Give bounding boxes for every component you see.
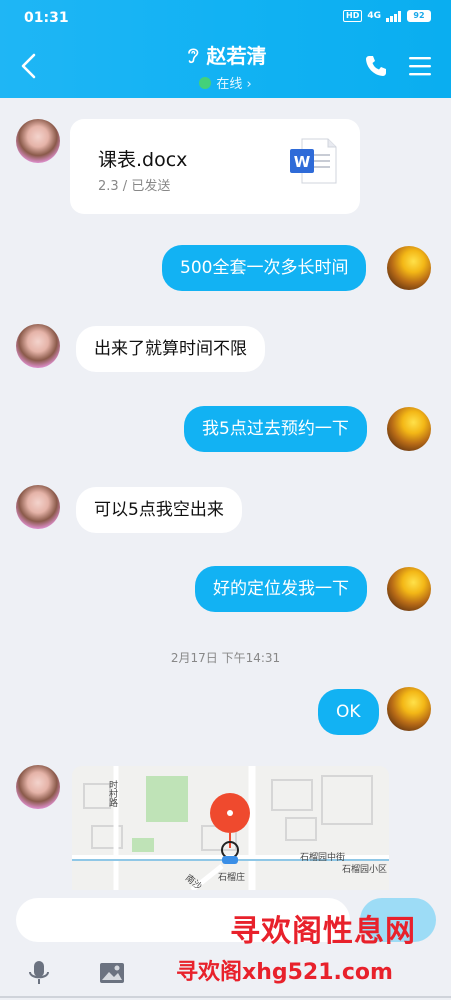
map-label-poi: 石榴庄 <box>218 873 246 883</box>
microphone-icon[interactable] <box>24 958 54 988</box>
message-bubble-out[interactable]: 我5点过去预约一下 <box>184 406 367 452</box>
bottom-divider <box>0 996 451 998</box>
phone-icon[interactable] <box>363 53 389 79</box>
contact-avatar[interactable] <box>16 119 60 163</box>
my-avatar[interactable] <box>387 407 431 451</box>
file-meta: 2.3 / 已发送 <box>98 179 171 194</box>
file-name: 课表.docx <box>98 149 188 171</box>
file-message[interactable]: 课表.docx 2.3 / 已发送 W <box>70 119 360 214</box>
map-label-street: 石榴园中街 <box>300 853 346 863</box>
message-bubble-in[interactable]: 出来了就算时间不限 <box>76 326 265 372</box>
chat-header: 01:31 HD 4G 92 赵若清 在线 › <box>0 0 451 98</box>
online-status[interactable]: 在线 › <box>199 73 252 92</box>
signal-icon <box>386 10 401 22</box>
watermark-text: 寻欢阁性息网 <box>230 914 416 949</box>
message-bubble-out[interactable]: 好的定位发我一下 <box>195 566 367 612</box>
battery-indicator: 92 <box>407 10 431 22</box>
ear-icon <box>187 47 198 63</box>
hd-badge: HD <box>343 10 363 22</box>
message-list[interactable]: 课表.docx 2.3 / 已发送 W 500全套一次多长时间 出来了就算时间不… <box>0 98 451 890</box>
location-map-message[interactable]: 时村路 石榴园中街 石榴园小区 石榴庄 南沙... <box>72 766 389 890</box>
contact-avatar[interactable] <box>16 765 60 809</box>
map-label-community: 石榴园小区 <box>342 865 388 875</box>
svg-text:W: W <box>294 153 311 171</box>
online-status-label: 在线 › <box>216 77 252 92</box>
image-icon[interactable] <box>97 958 127 988</box>
network-label: 4G <box>367 11 381 21</box>
message-timestamp: 2月17日 下午14:31 <box>170 651 281 665</box>
menu-icon[interactable] <box>407 54 433 78</box>
contact-avatar[interactable] <box>16 485 60 529</box>
message-bubble-out[interactable]: 500全套一次多长时间 <box>162 245 367 291</box>
contact-avatar[interactable] <box>16 324 60 368</box>
status-bar: 01:31 HD 4G 92 <box>0 0 451 36</box>
my-avatar[interactable] <box>387 687 431 731</box>
message-bubble-in[interactable]: 可以5点我空出来 <box>76 487 242 533</box>
contact-name: 赵若清 <box>206 44 267 68</box>
message-bubble-out[interactable]: OK <box>318 689 379 735</box>
word-doc-icon: W <box>290 138 337 184</box>
my-avatar[interactable] <box>387 246 431 290</box>
status-indicators: HD 4G 92 <box>343 10 431 22</box>
my-avatar[interactable] <box>387 567 431 611</box>
map-label-road: 时村路 <box>107 780 117 807</box>
online-dot <box>199 76 212 89</box>
watermark-url: 寻欢阁xhg521.com <box>176 960 393 985</box>
status-time: 01:31 <box>24 10 69 26</box>
